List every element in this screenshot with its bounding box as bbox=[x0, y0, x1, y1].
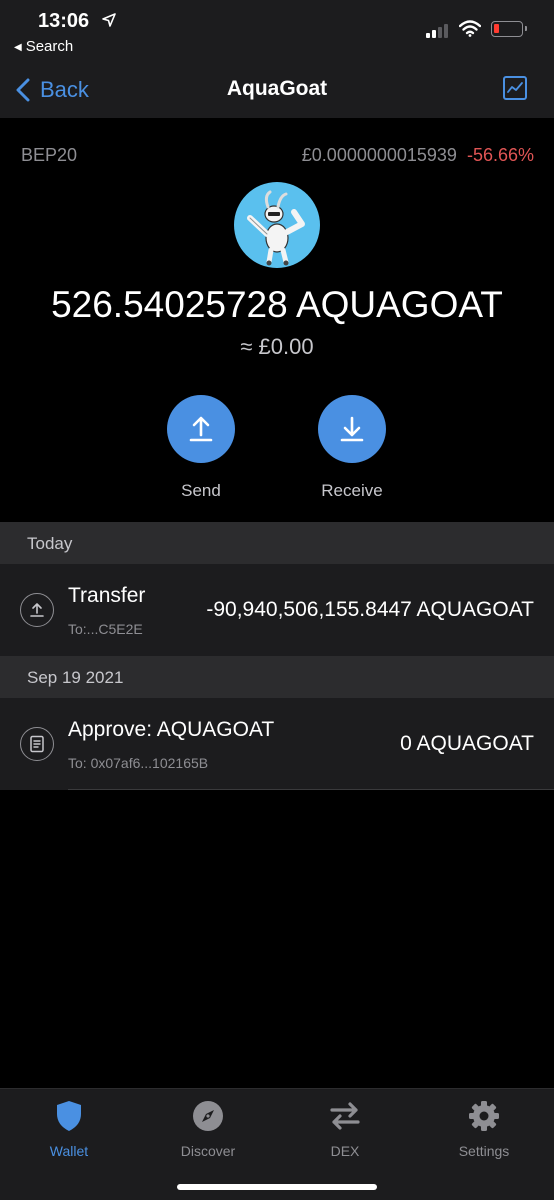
transaction-recipient: To: 0x07af6...102165B bbox=[68, 755, 209, 771]
chart-icon[interactable] bbox=[503, 76, 527, 100]
transaction-title: Transfer bbox=[68, 584, 146, 607]
compass-icon bbox=[153, 1099, 263, 1133]
tab-label: Discover bbox=[180, 1143, 236, 1159]
tab-dex[interactable]: DEX bbox=[290, 1099, 400, 1159]
status-time: 13:06 bbox=[38, 10, 90, 32]
shield-icon bbox=[14, 1099, 124, 1133]
token-summary: BEP20 £0.0000000015939 -56.66% 526.54025… bbox=[0, 118, 554, 522]
transaction-recipient: To:...C5E2E bbox=[68, 621, 143, 637]
back-to-search-link[interactable]: ◀ Search bbox=[14, 38, 73, 55]
transaction-amount: -90,940,506,155.8447 AQUAGOAT bbox=[206, 598, 534, 621]
send-button[interactable]: Send bbox=[141, 395, 261, 501]
token-price: £0.0000000015939 bbox=[301, 145, 457, 165]
fiat-balance: ≈ £0.00 bbox=[240, 334, 314, 359]
document-icon bbox=[20, 727, 54, 761]
receive-button[interactable]: Receive bbox=[292, 395, 412, 501]
tab-label: DEX bbox=[330, 1143, 360, 1159]
tab-label: Wallet bbox=[49, 1143, 89, 1159]
swap-icon bbox=[290, 1099, 400, 1133]
home-indicator[interactable] bbox=[177, 1184, 377, 1190]
battery-icon bbox=[491, 21, 527, 37]
upload-icon bbox=[167, 395, 235, 463]
goat-logo-icon bbox=[234, 182, 320, 268]
transaction-row-transfer[interactable]: Transfer To:...C5E2E -90,940,506,155.844… bbox=[0, 564, 554, 656]
upload-icon bbox=[20, 593, 54, 627]
send-label: Send bbox=[181, 481, 221, 500]
transaction-title: Approve: AQUAGOAT bbox=[68, 718, 275, 741]
transaction-row-approve[interactable]: Approve: AQUAGOAT To: 0x07af6...102165B … bbox=[0, 698, 554, 790]
back-to-search-label: Search bbox=[25, 38, 74, 55]
tab-settings[interactable]: Settings bbox=[429, 1099, 539, 1159]
row-divider bbox=[68, 789, 554, 790]
section-header-label: Sep 19 2021 bbox=[27, 668, 124, 687]
price-row: £0.0000000015939 -56.66% bbox=[302, 145, 534, 166]
section-header-sep-19-2021: Sep 19 2021 bbox=[0, 656, 554, 698]
transaction-amount: 0 AQUAGOAT bbox=[400, 732, 534, 755]
tab-label: Settings bbox=[458, 1143, 510, 1159]
wifi-icon bbox=[458, 20, 482, 42]
navigation-bar: Back AquaGoat bbox=[0, 62, 554, 118]
download-icon bbox=[318, 395, 386, 463]
section-header-label: Today bbox=[27, 534, 73, 553]
tab-wallet[interactable]: Wallet bbox=[14, 1099, 124, 1159]
page-title: AquaGoat bbox=[226, 77, 328, 100]
status-bar: 13:06 ◀ Search bbox=[0, 0, 554, 62]
location-arrow-icon bbox=[102, 13, 116, 32]
cellular-signal-icon bbox=[426, 22, 452, 38]
gear-icon bbox=[429, 1099, 539, 1133]
network-label: BEP20 bbox=[21, 145, 78, 165]
tab-discover[interactable]: Discover bbox=[153, 1099, 263, 1159]
price-change: -56.66% bbox=[466, 145, 534, 165]
token-balance: 526.54025728 AQUAGOAT bbox=[51, 284, 503, 325]
receive-label: Receive bbox=[321, 481, 383, 500]
section-header-today: Today bbox=[0, 522, 554, 564]
